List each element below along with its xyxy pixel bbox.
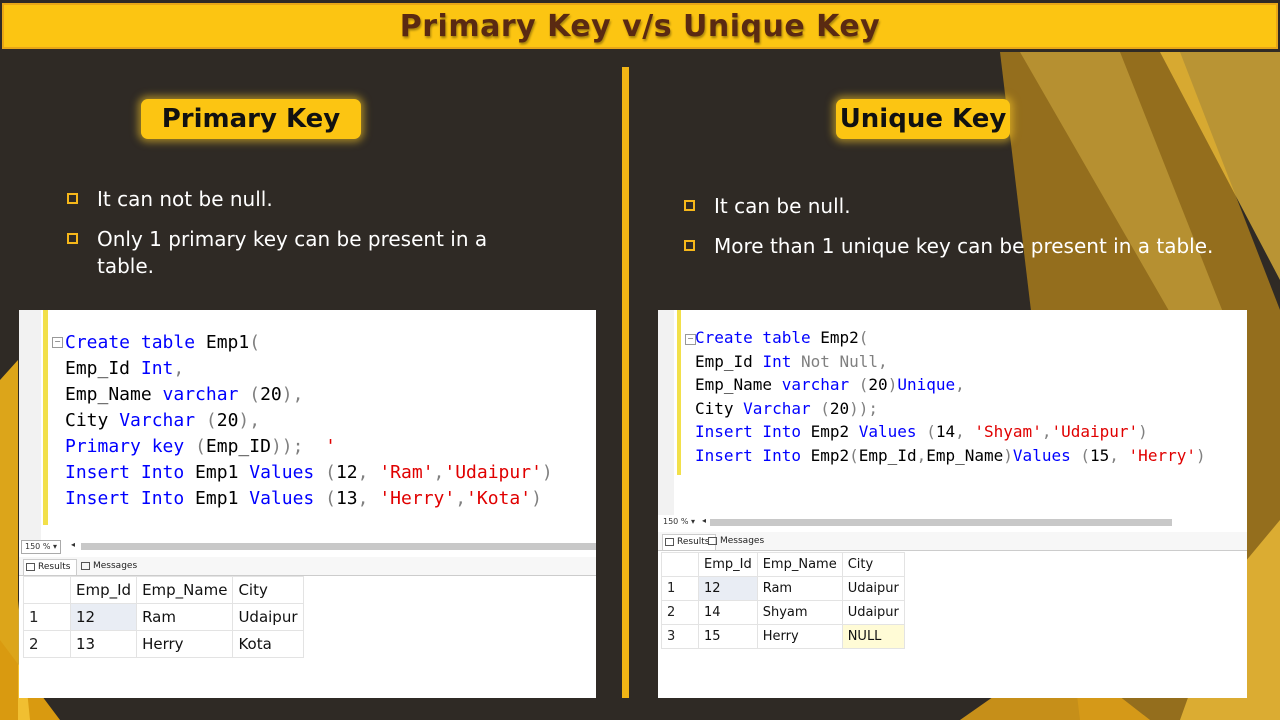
horizontal-scrollbar[interactable] [81,543,596,550]
code-line: Emp_Id Int, [65,358,185,379]
row-header-corner [23,576,71,604]
table-cell[interactable]: Herry [756,624,843,649]
code-line: Emp_Id Int Not Null, [695,351,888,371]
collapse-icon[interactable]: − [52,337,63,348]
table-row: 1 12 Ram Udaipur [661,576,905,601]
table-row: 2 14 Shyam Udaipur [661,600,905,625]
primary-key-heading: Primary Key [141,99,361,139]
bullet-item: It can not be null. [67,186,507,213]
unique-key-heading: Unique Key [836,99,1010,139]
unique-key-bullets: It can be null. More than 1 unique key c… [684,193,1274,273]
results-tabs: Results Messages [19,557,596,576]
table-cell[interactable]: Shyam [756,600,843,625]
table-cell[interactable]: 12 [69,603,138,631]
square-bullet-icon [67,233,78,244]
change-tracking-bar [43,310,48,525]
tab-messages[interactable]: Messages [706,534,764,549]
editor-gutter [19,310,41,540]
column-header[interactable]: Emp_Name [136,576,234,604]
grid-icon [26,563,35,571]
row-number[interactable]: 2 [23,630,71,658]
code-line: Emp_Name varchar (20)Unique, [695,375,965,394]
table-cell[interactable]: 15 [698,624,758,649]
tab-results[interactable]: Results [23,559,77,575]
grid-header-row: Emp_Id Emp_Name City [661,552,905,577]
code-line: Insert Into Emp1 Values (12, 'Ram','Udai… [65,462,553,483]
table-cell[interactable]: Ram [756,576,843,601]
title-bar: Primary Key v/s Unique Key [2,3,1278,49]
sql-code: Create table Emp2( Emp_Id Int Not Null, Em… [695,326,1206,467]
results-tabs: Results Messages [658,532,1247,551]
column-header[interactable]: City [232,576,304,604]
message-icon [81,562,90,570]
null-cell[interactable]: NULL [841,624,905,649]
column-header[interactable]: City [841,552,905,577]
sql-editor-screenshot-unique: − Create table Emp2(Emp_Id Int Not Null,… [658,310,1247,698]
page-title: Primary Key v/s Unique Key [399,8,881,44]
column-header[interactable]: Emp_Id [698,552,758,577]
table-cell[interactable]: 12 [698,576,758,601]
row-number[interactable]: 1 [661,576,699,601]
code-line: City Varchar (20)); [695,398,879,418]
table-row: 2 13 Herry Kota [23,630,304,658]
code-line: Insert Into Emp2 Values (14, 'Shyam','Ud… [695,422,1148,441]
table-cell[interactable]: 14 [698,600,758,625]
sql-code: Create table Emp1( Emp_Id Int, Emp_Name va… [65,330,553,512]
code-line: City Varchar (20), [65,410,261,431]
table-row: 3 15 Herry NULL [661,624,905,649]
scroll-left-icon[interactable]: ◂ [71,540,75,549]
table-cell[interactable]: 13 [69,630,138,658]
editor-status-bar: 150 % ▾ ◂ [19,540,596,554]
table-cell[interactable]: Kota [232,630,304,658]
bullet-item: Only 1 primary key can be present in a t… [67,226,507,280]
square-bullet-icon [684,200,695,211]
column-header[interactable]: Emp_Id [69,576,138,604]
grid-header-row: Emp_Id Emp_Name City [23,576,304,604]
results-grid: Emp_Id Emp_Name City 1 12 Ram Udaipur 2 … [23,576,304,658]
table-cell[interactable]: Udaipur [841,600,905,625]
message-icon [708,537,717,545]
change-tracking-bar [677,310,681,475]
sql-editor-screenshot-primary: − Create table Emp1( Emp_Id Int, Emp_Name … [19,310,596,698]
zoom-dropdown[interactable]: 150 % ▾ [21,540,61,554]
horizontal-scrollbar[interactable] [710,519,1172,526]
code-line: Insert Into Emp2(Emp_Id,Emp_Name)Values … [695,445,1206,465]
grid-icon [665,538,674,546]
table-cell[interactable]: Ram [136,603,234,631]
code-line: Emp_Name varchar (20), [65,384,304,405]
results-grid: Emp_Id Emp_Name City 1 12 Ram Udaipur 2 … [661,552,905,649]
row-header-corner [661,552,699,577]
row-number[interactable]: 2 [661,600,699,625]
row-number[interactable]: 1 [23,603,71,631]
primary-key-bullets: It can not be null. Only 1 primary key c… [67,186,507,293]
column-header[interactable]: Emp_Name [756,552,843,577]
column-divider [622,67,629,698]
editor-status-bar: 150 % ▾ ◂ [658,516,1247,529]
table-cell[interactable]: Herry [136,630,234,658]
scroll-left-icon[interactable]: ◂ [702,516,706,525]
code-line: Create table Emp1( [65,332,261,353]
table-row: 1 12 Ram Udaipur [23,603,304,631]
editor-gutter [658,310,674,515]
zoom-dropdown[interactable]: 150 % ▾ [660,516,698,528]
tab-messages[interactable]: Messages [79,559,137,574]
square-bullet-icon [67,193,78,204]
bullet-item: More than 1 unique key can be present in… [684,233,1274,260]
code-line: Insert Into Emp1 Values (13, 'Herry','Ko… [65,488,542,509]
code-line: Primary key (Emp_ID)); ' [65,436,336,457]
table-cell[interactable]: Udaipur [232,603,304,631]
bullet-item: It can be null. [684,193,1274,220]
table-cell[interactable]: Udaipur [841,576,905,601]
code-line: Create table Emp2( [695,328,869,347]
square-bullet-icon [684,240,695,251]
row-number[interactable]: 3 [661,624,699,649]
